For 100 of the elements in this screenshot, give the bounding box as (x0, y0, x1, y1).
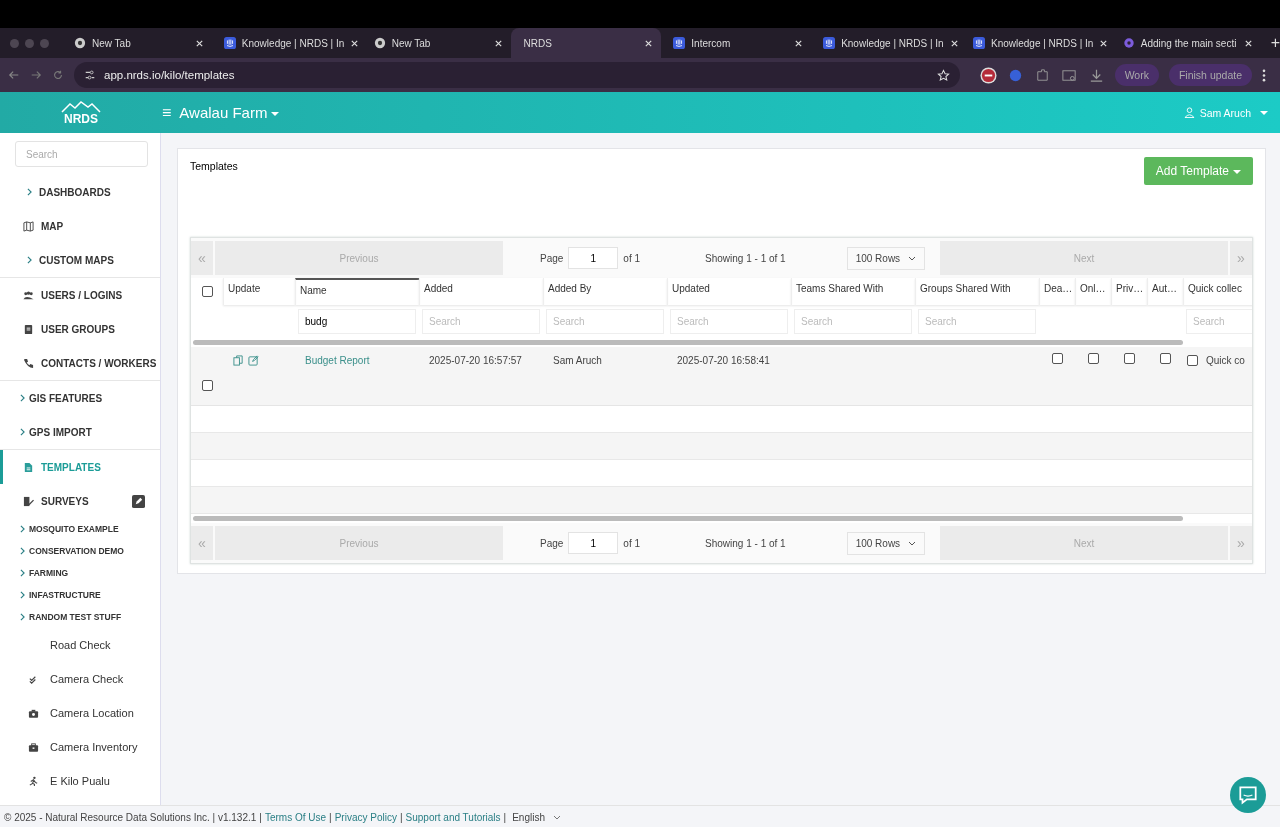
close-icon[interactable] (644, 38, 654, 48)
template-link[interactable]: Budget Report (305, 355, 370, 366)
search-field[interactable]: Search (15, 141, 148, 167)
checkbox[interactable] (1123, 353, 1135, 364)
sidebar-item[interactable]: MAP (0, 209, 160, 243)
sidebar-item[interactable]: E Kilo Pualu (0, 764, 160, 798)
phone-icon (23, 357, 34, 369)
column-header[interactable]: Teams Shared With (791, 278, 915, 305)
rows-dropdown[interactable]: 100 Rows (846, 531, 926, 555)
forward-icon[interactable] (30, 69, 42, 81)
page-field[interactable]: 1 (568, 532, 619, 554)
browser-tab[interactable]: Knowledge | NRDS | In (211, 28, 362, 58)
scrollbar[interactable] (193, 516, 1183, 521)
copy-icon[interactable] (233, 355, 244, 366)
sidebar-item[interactable]: GPS IMPORT (0, 415, 160, 449)
checkbox[interactable] (201, 380, 213, 391)
browser-tab[interactable]: Knowledge | NRDS | In (960, 28, 1111, 58)
checkbox[interactable] (1159, 353, 1171, 364)
checkbox[interactable] (1087, 353, 1099, 364)
reload-icon[interactable] (52, 69, 64, 81)
scrollbar[interactable] (193, 340, 1183, 345)
chevron-icon (20, 394, 25, 402)
sidebar-item[interactable]: GIS FEATURES (0, 381, 160, 415)
globe-icon (373, 37, 386, 49)
sidebar-item[interactable]: Camera Check (0, 662, 160, 696)
column-header[interactable]: Aut… (1147, 278, 1183, 305)
star-icon[interactable] (936, 68, 950, 82)
sidebar-item[interactable]: INFASTRUCTURE (0, 584, 160, 606)
column-header[interactable]: Dea… (1039, 278, 1075, 305)
close-icon[interactable] (494, 38, 504, 48)
sidebar-item[interactable]: CONSERVATION DEMO (0, 540, 160, 562)
close-icon[interactable] (1243, 38, 1253, 48)
address-book-icon (23, 323, 34, 335)
close-icon[interactable] (794, 38, 804, 48)
sidebar-item[interactable]: Camera Inventory (0, 730, 160, 764)
separator: | (329, 811, 332, 823)
sidebar-item[interactable]: DASHBOARDS (0, 175, 160, 209)
browser-tab[interactable]: Adding the main secti (1110, 28, 1261, 58)
language-dropdown[interactable]: English (512, 811, 561, 823)
close-icon[interactable] (194, 38, 204, 48)
separator: | (503, 811, 507, 823)
column-header[interactable]: Updated (667, 278, 791, 305)
browser-tab[interactable]: New Tab (361, 28, 512, 58)
rows-dropdown[interactable]: 100 Rows (846, 246, 926, 270)
back-icon[interactable] (8, 69, 20, 81)
showing-count: Showing 1 - 1 of 1 (705, 252, 786, 264)
sidebar-item[interactable]: FARMING (0, 562, 160, 584)
filter-field[interactable]: Search (794, 309, 912, 334)
browser-tab[interactable]: New Tab (62, 28, 212, 58)
chevron-down-icon (908, 540, 917, 546)
column-header[interactable]: Added (419, 278, 543, 305)
filter-field[interactable]: Search (670, 309, 788, 334)
page-label: Page (540, 252, 564, 264)
sidebar-item[interactable]: CONTACTS / WORKERS (0, 346, 160, 380)
browser-tab[interactable]: NRDS (511, 28, 662, 58)
column-header[interactable]: Priv… (1111, 278, 1147, 305)
checkbox[interactable] (1051, 353, 1063, 364)
tune-icon[interactable] (84, 69, 96, 81)
filter-field[interactable]: budg (298, 309, 416, 334)
filter-field[interactable]: Search (422, 309, 540, 334)
footer-link[interactable]: Privacy Policy (334, 811, 397, 823)
column-header[interactable]: Onl… (1075, 278, 1111, 305)
new-tab-button[interactable]: + (1270, 34, 1280, 52)
sidebar-item[interactable]: Road Check (0, 628, 160, 662)
mountain-icon (61, 100, 101, 113)
column-header[interactable]: Update (223, 278, 295, 305)
checkbox[interactable] (1187, 355, 1198, 366)
update-button[interactable]: Finish update (1168, 64, 1252, 86)
close-icon[interactable] (949, 38, 959, 48)
column-header[interactable]: Name (295, 278, 419, 305)
browser-tab[interactable]: Knowledge | NRDS | In (811, 28, 961, 58)
close-icon[interactable] (1099, 38, 1109, 48)
sidebar-item[interactable]: USERS / LOGINS (0, 278, 160, 312)
edit-icon[interactable] (132, 494, 145, 508)
filter-field[interactable]: Search (918, 309, 1036, 334)
column-header[interactable]: Quick collec (1183, 278, 1252, 305)
close-icon[interactable] (350, 38, 360, 48)
user-icon (1183, 107, 1195, 118)
sidebar-item[interactable]: Camera Location (0, 696, 160, 730)
profile-button[interactable]: Work (1114, 64, 1159, 86)
filter-field[interactable]: Search (546, 309, 664, 334)
filter-field[interactable]: Search (1186, 309, 1252, 334)
browser-tab[interactable]: Intercom (661, 28, 812, 58)
bars-icon (223, 37, 236, 49)
sidebar-item[interactable]: RANDOM TEST STUFF (0, 606, 160, 628)
sidebar-item[interactable]: SURVEYS (0, 484, 160, 518)
checkbox[interactable] (201, 286, 213, 297)
column-header[interactable]: Added By (543, 278, 667, 305)
column-header[interactable]: Groups Shared With (915, 278, 1039, 305)
checkbox-label: Quick co (1206, 355, 1245, 366)
separator: | (399, 811, 403, 823)
footer-link[interactable]: Support and Tutorials (405, 811, 501, 823)
sidebar-item[interactable]: CUSTOM MAPS (0, 243, 160, 277)
page-field[interactable]: 1 (568, 247, 619, 269)
sidebar-item[interactable]: USER GROUPS (0, 312, 160, 346)
sidebar-item[interactable]: MOSQUITO EXAMPLE (0, 518, 160, 540)
more-icon[interactable] (1262, 68, 1266, 82)
address-bar[interactable]: app.nrds.io/kilo/templates (74, 62, 960, 88)
extension-icon[interactable] (979, 66, 997, 84)
footer-link[interactable]: Terms Of Use (264, 811, 327, 823)
